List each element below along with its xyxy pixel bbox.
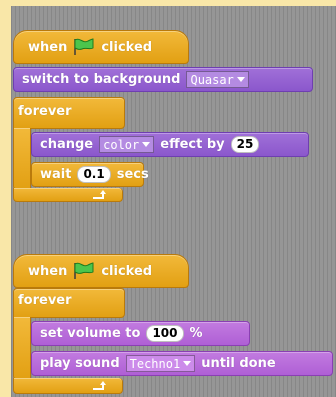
effect-by-label: effect by	[160, 137, 225, 152]
hat-when-label: when	[28, 263, 68, 279]
forever-label: forever	[18, 104, 72, 119]
change-effect-block[interactable]: change color effect by 25	[31, 132, 309, 157]
green-flag-icon	[73, 262, 95, 280]
play-sound-until-done-block[interactable]: play sound Techno1 until done	[31, 351, 333, 376]
forever-block-side-1	[13, 128, 31, 190]
volume-input[interactable]: 100	[146, 325, 184, 342]
wait-label: wait	[40, 167, 72, 182]
chevron-down-icon	[142, 142, 151, 147]
forever-label: forever	[18, 293, 72, 308]
play-sound-label: play sound	[40, 356, 120, 371]
loop-arrow-icon	[93, 189, 106, 199]
wait-block[interactable]: wait 0.1 secs	[31, 162, 149, 187]
forever-block-top-1[interactable]: forever	[13, 97, 125, 129]
wait-secs-label: secs	[116, 167, 149, 182]
chevron-down-icon	[236, 77, 245, 82]
background-dropdown-value: Quasar	[190, 72, 234, 87]
wait-seconds-input[interactable]: 0.1	[77, 166, 111, 183]
effect-dropdown-value: color	[103, 137, 140, 152]
forever-block-side-2	[13, 317, 31, 380]
green-flag-icon	[73, 38, 95, 56]
forever-block-top-2[interactable]: forever	[13, 288, 125, 318]
set-volume-label: set volume to	[40, 326, 141, 341]
forever-block-foot-1	[13, 188, 123, 202]
effect-amount-input[interactable]: 25	[230, 136, 260, 153]
sound-dropdown-value: Techno1	[129, 356, 181, 371]
hat-clicked-label: clicked	[101, 263, 153, 279]
background-dropdown[interactable]: Quasar	[186, 71, 249, 88]
switch-to-background-label: switch to background	[22, 72, 181, 87]
when-flag-clicked-hat-2[interactable]: when clicked	[13, 254, 189, 288]
forever-block-foot-2	[13, 378, 123, 394]
chevron-down-icon	[183, 361, 192, 366]
until-done-label: until done	[201, 356, 276, 371]
hat-when-label: when	[28, 39, 68, 55]
when-flag-clicked-hat-1[interactable]: when clicked	[13, 30, 189, 64]
set-volume-block[interactable]: set volume to 100 %	[31, 321, 250, 346]
sound-dropdown[interactable]: Techno1	[125, 355, 196, 372]
loop-arrow-icon	[93, 380, 106, 390]
page-background: when clicked switch to background Quasar…	[0, 0, 336, 397]
switch-to-background-block[interactable]: switch to background Quasar	[13, 67, 313, 92]
change-label: change	[40, 137, 94, 152]
hat-clicked-label: clicked	[101, 39, 153, 55]
volume-unit-label: %	[189, 326, 203, 341]
effect-dropdown[interactable]: color	[99, 136, 155, 153]
